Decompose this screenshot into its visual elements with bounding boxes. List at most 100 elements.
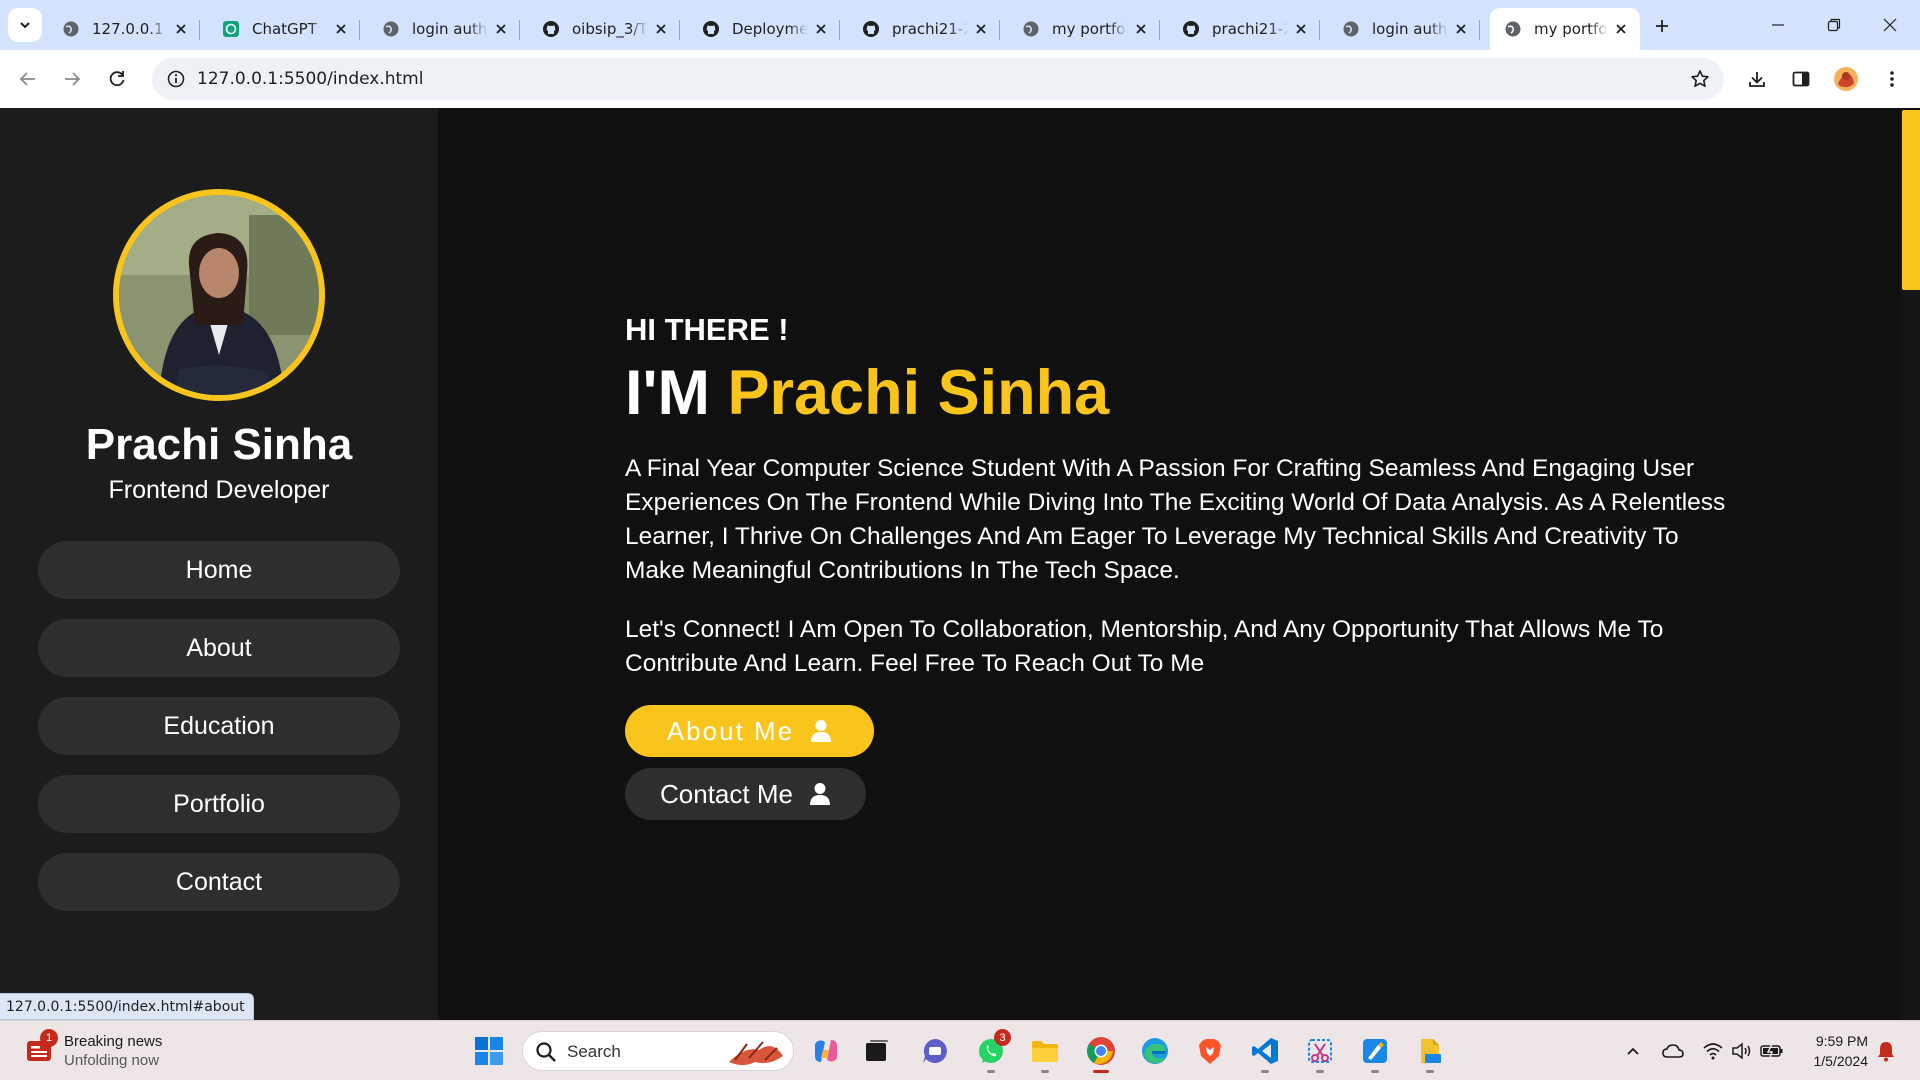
nav-home[interactable]: Home: [38, 541, 400, 599]
reload-button[interactable]: [99, 61, 135, 97]
news-widget[interactable]: 1 Breaking news Unfolding now: [22, 1029, 182, 1073]
search-placeholder: Search: [567, 1042, 621, 1061]
tab[interactable]: login auth: [1328, 8, 1480, 50]
taskbar-whatsapp[interactable]: 3: [971, 1029, 1011, 1073]
tray-battery[interactable]: [1760, 1039, 1784, 1063]
teams-chat-icon: [923, 1039, 947, 1063]
url-text[interactable]: 127.0.0.1:5500/index.html: [197, 69, 423, 89]
side-panel-icon: [1792, 71, 1810, 87]
news-subtitle: Unfolding now: [64, 1052, 160, 1069]
close-window-button[interactable]: [1862, 0, 1918, 50]
taskbar-edge[interactable]: [1135, 1031, 1175, 1071]
taskbar-chrome[interactable]: [1081, 1031, 1121, 1073]
taskbar-teams[interactable]: [915, 1031, 955, 1071]
tab-separator: [1159, 20, 1160, 40]
snipping-tool-icon: [1308, 1039, 1332, 1063]
globe-icon: [382, 20, 400, 38]
vscode-icon: [1252, 1038, 1278, 1064]
taskbar-snipping-tool[interactable]: [1300, 1031, 1340, 1073]
taskbar-copilot[interactable]: [806, 1031, 846, 1071]
tab[interactable]: my portfol: [1008, 8, 1160, 50]
cloud-icon: [1662, 1044, 1684, 1058]
tab[interactable]: 127.0.0.1: [48, 8, 200, 50]
tab[interactable]: prachi21-2: [848, 8, 1000, 50]
nav-about[interactable]: About: [38, 619, 400, 677]
close-icon[interactable]: [652, 20, 670, 38]
contact-me-button[interactable]: Contact Me: [625, 768, 866, 820]
close-icon[interactable]: [172, 20, 190, 38]
about-me-button[interactable]: About Me: [625, 705, 874, 757]
minimize-button[interactable]: [1750, 0, 1806, 50]
globe-icon: [1504, 20, 1522, 38]
tray-wifi[interactable]: [1701, 1039, 1725, 1063]
scrollbar-thumb[interactable]: [1902, 110, 1920, 290]
side-panel-button[interactable]: [1783, 61, 1819, 97]
tab-separator: [679, 20, 680, 40]
taskbar-vscode[interactable]: [1245, 1031, 1285, 1073]
tray-notifications[interactable]: [1874, 1039, 1898, 1063]
tab-title: Deploymen: [732, 20, 808, 38]
contact-me-label: Contact Me: [660, 778, 793, 809]
back-button[interactable]: [10, 61, 46, 97]
taskbar-file-explorer[interactable]: [1025, 1031, 1065, 1073]
tray-volume[interactable]: [1730, 1039, 1754, 1063]
running-indicator: [987, 1070, 995, 1073]
tray-overflow-button[interactable]: [1621, 1039, 1645, 1063]
taskbar-brave[interactable]: [1190, 1031, 1230, 1071]
taskbar-task-view[interactable]: [857, 1031, 897, 1071]
search-icon: [536, 1042, 556, 1062]
tab[interactable]: prachi21-2: [1168, 8, 1320, 50]
tab-separator: [359, 20, 360, 40]
menu-button[interactable]: [1874, 61, 1910, 97]
tab-title: my portfol: [1534, 20, 1608, 38]
restore-button[interactable]: [1806, 0, 1862, 50]
forward-button[interactable]: [54, 61, 90, 97]
start-button[interactable]: [469, 1031, 509, 1071]
nav-portfolio[interactable]: Portfolio: [38, 775, 400, 833]
hero-intro: A Final Year Computer Science Student Wi…: [625, 455, 1726, 584]
new-tab-button[interactable]: [1648, 12, 1676, 40]
close-icon[interactable]: [492, 20, 510, 38]
close-icon[interactable]: [972, 20, 990, 38]
close-icon[interactable]: [1292, 20, 1310, 38]
nav-contact[interactable]: Contact: [38, 853, 400, 911]
nav-education[interactable]: Education: [38, 697, 400, 755]
tab[interactable]: Deploymen: [688, 8, 840, 50]
tray-onedrive[interactable]: [1661, 1039, 1685, 1063]
link-status-bubble: 127.0.0.1:5500/index.html#about: [0, 993, 254, 1020]
tab-separator: [1479, 20, 1480, 40]
tab[interactable]: oibsip_3/T: [528, 8, 680, 50]
close-icon[interactable]: [1452, 20, 1470, 38]
site-info-icon[interactable]: [160, 63, 192, 95]
profile-button[interactable]: [1828, 61, 1864, 97]
hero-headline: I'M Prachi Sinha: [625, 357, 1109, 429]
tab[interactable]: login auth: [368, 8, 520, 50]
profile-name: Prachi Sinha: [85, 420, 353, 469]
close-icon[interactable]: [1132, 20, 1150, 38]
edge-icon: [1142, 1038, 1168, 1064]
taskbar-search[interactable]: Search: [522, 1031, 794, 1071]
address-bar[interactable]: 127.0.0.1:5500/index.html: [152, 58, 1724, 100]
tab-title: 127.0.0.1: [92, 20, 164, 38]
tab-active[interactable]: my portfol: [1490, 8, 1640, 50]
reload-icon: [109, 71, 125, 87]
close-icon[interactable]: [332, 20, 350, 38]
globe-icon: [1022, 20, 1040, 38]
github-icon: [542, 20, 560, 38]
tab[interactable]: ChatGPT: [208, 8, 360, 50]
close-icon[interactable]: [812, 20, 830, 38]
news-title: Breaking news: [64, 1033, 163, 1050]
arrow-right-icon: [65, 72, 81, 86]
taskbar-files[interactable]: [1410, 1031, 1450, 1073]
tab-separator: [1319, 20, 1320, 40]
tab-search-button[interactable]: [8, 8, 42, 42]
taskbar-paint[interactable]: [1355, 1031, 1395, 1073]
paint-icon: [1363, 1039, 1387, 1063]
close-icon[interactable]: [1612, 20, 1630, 38]
tab-title: login auth: [412, 20, 488, 38]
taskbar-clock[interactable]: 9:59 PM 1/5/2024: [1792, 1031, 1869, 1071]
chrome-icon: [1087, 1037, 1115, 1065]
downloads-button[interactable]: [1739, 61, 1775, 97]
arrow-left-icon: [19, 72, 35, 86]
bookmark-star-icon[interactable]: [1684, 63, 1716, 95]
